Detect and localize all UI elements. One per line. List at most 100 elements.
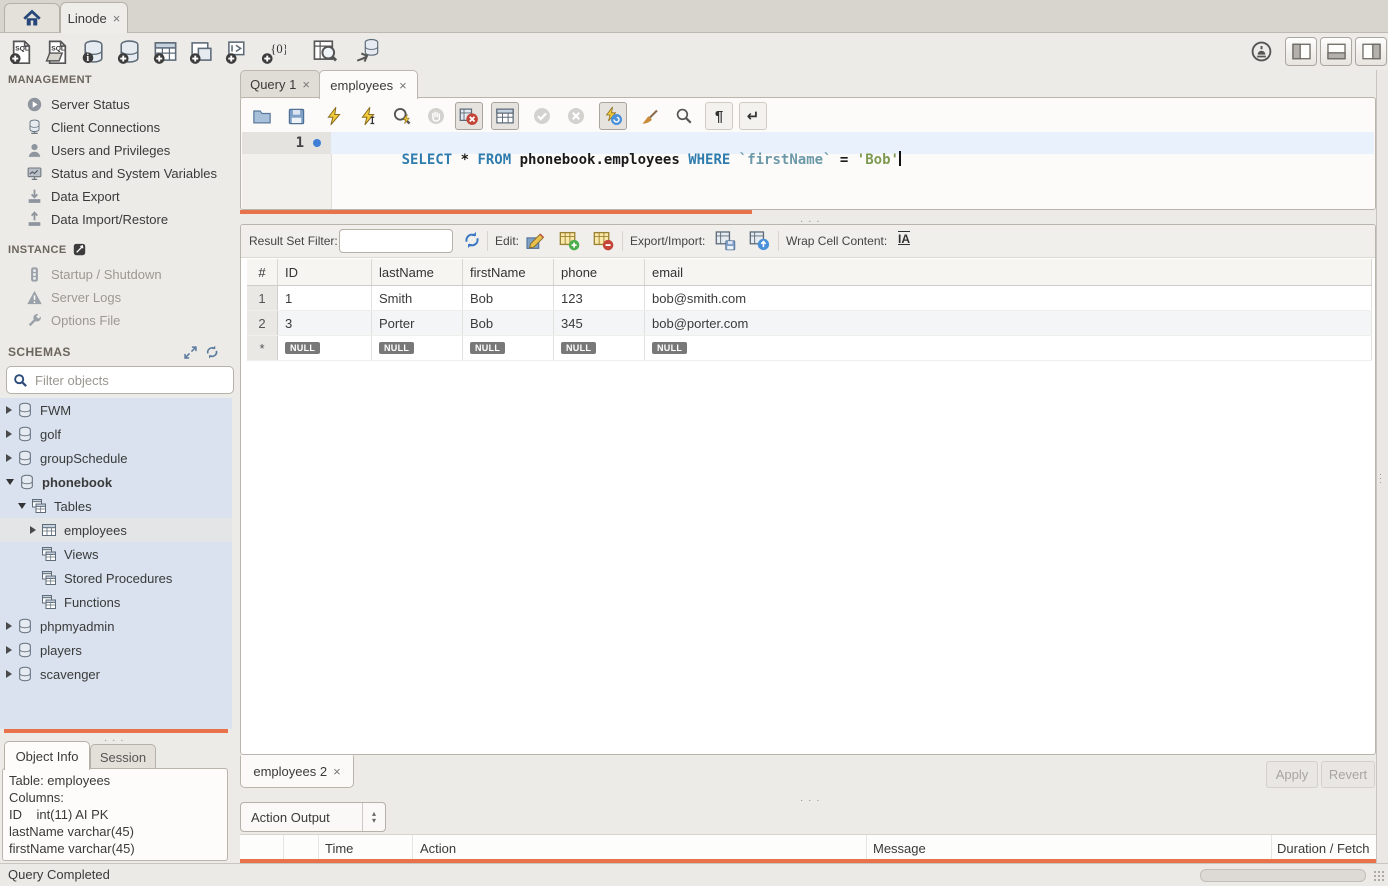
toggle-stop-on-error-button[interactable] — [455, 102, 483, 130]
create-table-button[interactable] — [150, 37, 180, 65]
output-column-duration[interactable]: Duration / Fetch — [1277, 835, 1370, 861]
chevron-right-icon[interactable] — [6, 646, 12, 654]
chevron-right-icon[interactable] — [6, 454, 12, 462]
cell-lastname[interactable]: Smith — [372, 286, 463, 310]
schema-filter-input[interactable] — [33, 372, 227, 389]
spinner-arrows-icon[interactable]: ▴ ▾ — [362, 803, 385, 831]
create-view-button[interactable] — [186, 37, 216, 65]
revert-button[interactable]: Revert — [1321, 761, 1375, 788]
sidebar-item-options-file[interactable]: Options File — [0, 309, 232, 332]
tab-query-1[interactable]: Query 1 × — [240, 70, 320, 98]
toggle-autocommit-button[interactable] — [599, 102, 627, 130]
create-procedure-button[interactable] — [222, 37, 252, 65]
column-header-lastname[interactable]: lastName — [372, 259, 463, 285]
notifications-button[interactable] — [1246, 37, 1276, 65]
column-header-rownum[interactable]: # — [247, 259, 278, 285]
editor-splitter-highlight[interactable] — [240, 210, 752, 214]
chevron-right-icon[interactable] — [6, 406, 12, 414]
chevron-right-icon[interactable] — [6, 430, 12, 438]
tree-item-functions[interactable]: Functions — [0, 590, 232, 614]
tree-item-schema-scavenger[interactable]: scavenger — [0, 662, 232, 686]
sidebar-item-data-export[interactable]: Data Export — [0, 185, 232, 208]
execute-current-statement-button[interactable] — [355, 103, 381, 129]
toggle-right-panel-button[interactable] — [1355, 37, 1387, 66]
beautify-script-button[interactable] — [637, 103, 663, 129]
sidebar-item-data-import[interactable]: Data Import/Restore — [0, 208, 232, 231]
cell-email[interactable]: bob@porter.com — [645, 311, 1372, 335]
cell-lastname[interactable]: Porter — [372, 311, 463, 335]
chevron-right-icon[interactable] — [6, 670, 12, 678]
create-schema-button[interactable] — [114, 37, 144, 65]
sidebar-item-server-logs[interactable]: Server Logs — [0, 286, 232, 309]
tree-item-schema-golf[interactable]: golf — [0, 422, 232, 446]
tree-item-schema-phpmyadmin[interactable]: phpmyadmin — [0, 614, 232, 638]
chevron-down-icon[interactable] — [18, 503, 26, 509]
sql-code-line[interactable]: SELECT * FROM phonebook.employees WHERE … — [351, 135, 901, 184]
cell-id[interactable]: 3 — [278, 311, 372, 335]
output-column-message[interactable]: Message — [873, 835, 926, 861]
toggle-invisible-characters-button[interactable]: ¶ — [705, 102, 733, 130]
limit-rows-button[interactable] — [491, 102, 519, 130]
wrap-cell-toggle-icon[interactable]: IA — [898, 232, 910, 246]
output-column-action[interactable]: Action — [420, 835, 456, 861]
tree-item-schema-groupschedule[interactable]: groupSchedule — [0, 446, 232, 470]
stop-execution-button[interactable] — [423, 103, 449, 129]
cell-id[interactable]: 1 — [278, 286, 372, 310]
insert-row-icon[interactable] — [559, 230, 580, 251]
tree-item-table-employees[interactable]: employees — [0, 518, 232, 542]
close-icon[interactable]: × — [399, 78, 407, 93]
toggle-word-wrap-button[interactable]: ↵ — [739, 102, 767, 130]
right-panel-splitter[interactable] — [1376, 70, 1388, 863]
close-icon[interactable]: × — [302, 77, 310, 92]
rollback-transaction-button[interactable] — [563, 103, 589, 129]
search-table-data-button[interactable] — [310, 37, 340, 65]
tree-item-schema-fwm[interactable]: FWM — [0, 398, 232, 422]
reconnect-dbms-button[interactable] — [352, 37, 382, 65]
output-selector[interactable]: Action Output ▴ ▾ — [240, 802, 386, 832]
sidebar-item-server-status[interactable]: Server Status — [0, 93, 232, 116]
cell-phone[interactable]: 123 — [554, 286, 645, 310]
home-tab[interactable] — [4, 3, 60, 32]
expand-arrows-icon[interactable] — [183, 345, 198, 360]
resize-grip-icon[interactable] — [1373, 870, 1385, 882]
tab-object-info[interactable]: Object Info — [4, 741, 90, 770]
tree-item-views[interactable]: Views — [0, 542, 232, 566]
cell-null[interactable]: NULL — [372, 336, 463, 360]
find-in-script-button[interactable] — [671, 103, 697, 129]
column-header-phone[interactable]: phone — [554, 259, 645, 285]
cell-firstname[interactable]: Bob — [463, 311, 554, 335]
cell-null[interactable]: NULL — [554, 336, 645, 360]
toggle-bottom-panel-button[interactable] — [1320, 37, 1352, 66]
commit-transaction-button[interactable] — [529, 103, 555, 129]
open-script-button[interactable] — [249, 103, 275, 129]
horizontal-scrollbar-thumb[interactable] — [1200, 869, 1366, 882]
close-icon[interactable]: × — [333, 764, 341, 779]
column-header-id[interactable]: ID — [278, 259, 372, 285]
sidebar-item-users-privileges[interactable]: Users and Privileges — [0, 139, 232, 162]
chevron-right-icon[interactable] — [30, 526, 36, 534]
tree-item-schema-phonebook[interactable]: phonebook — [0, 470, 232, 494]
cell-null[interactable]: NULL — [463, 336, 554, 360]
sidebar-item-status-variables[interactable]: Status and System Variables — [0, 162, 232, 185]
tab-employees[interactable]: employees × — [319, 70, 418, 99]
output-splitter-grip[interactable] — [800, 791, 821, 806]
sidebar-item-startup-shutdown[interactable]: Startup / Shutdown — [0, 263, 232, 286]
refresh-icon[interactable] — [463, 231, 481, 249]
cell-null[interactable]: NULL — [278, 336, 372, 360]
open-sql-file-button[interactable]: SQL — [42, 37, 72, 65]
tree-item-stored-procedures[interactable]: Stored Procedures — [0, 566, 232, 590]
sidebar-item-client-connections[interactable]: Client Connections — [0, 116, 232, 139]
cell-email[interactable]: bob@smith.com — [645, 286, 1372, 310]
column-header-firstname[interactable]: firstName — [463, 259, 554, 285]
tree-item-tables[interactable]: Tables — [0, 494, 232, 518]
result-set-filter-input[interactable] — [339, 229, 453, 253]
tab-session[interactable]: Session — [90, 744, 156, 770]
cell-null[interactable]: NULL — [645, 336, 1372, 360]
delete-row-icon[interactable] — [593, 230, 614, 251]
import-recordset-icon[interactable] — [749, 230, 770, 251]
right-splitter-grip[interactable] — [1375, 470, 1387, 485]
cell-firstname[interactable]: Bob — [463, 286, 554, 310]
close-icon[interactable]: × — [113, 11, 121, 26]
new-sql-tab-button[interactable]: SQL — [6, 37, 36, 65]
tree-item-schema-players[interactable]: players — [0, 638, 232, 662]
